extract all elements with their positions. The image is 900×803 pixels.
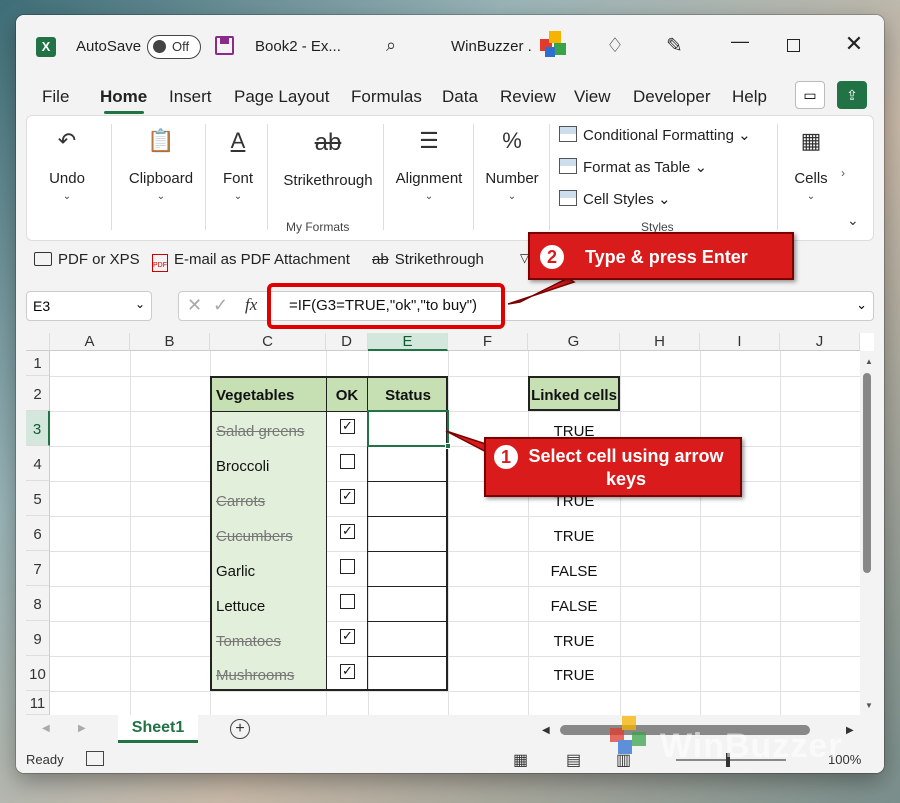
callout-1: 1 Select cell using arrow keys <box>484 437 742 497</box>
callout-2-number: 2 <box>540 245 564 269</box>
watermark-logo <box>610 716 650 756</box>
watermark-text: WinBuzzer <box>660 727 843 765</box>
callout-1-text: Select cell using arrow keys <box>528 446 724 489</box>
callout-1-number: 1 <box>494 445 518 469</box>
callout-arrows <box>445 277 576 460</box>
callout-2: 2 Type & press Enter <box>528 232 794 280</box>
callout-2-arrow <box>507 277 576 305</box>
callout-2-text: Type & press Enter <box>585 247 748 267</box>
